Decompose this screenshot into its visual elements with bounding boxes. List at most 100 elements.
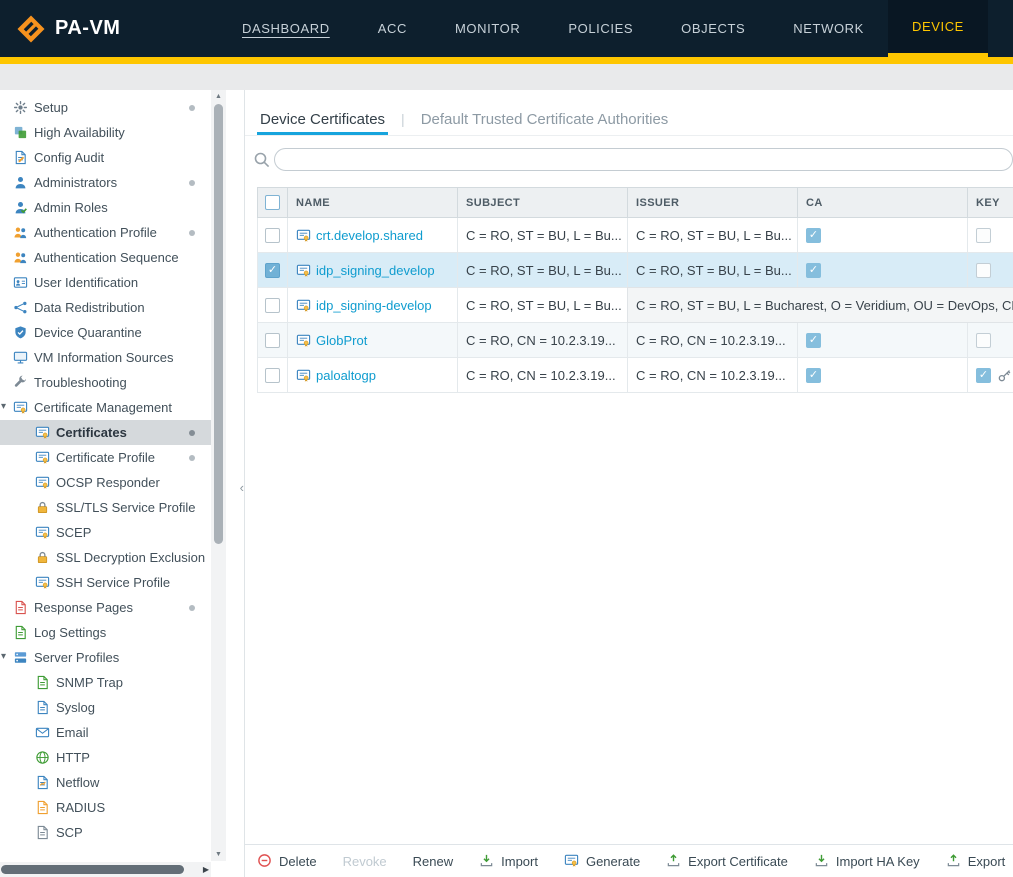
table-row-globprot[interactable]: GlobProtC = RO, CN = 10.2.3.19...C = RO,… — [257, 323, 1013, 358]
column-header-ca[interactable]: CA — [798, 188, 968, 217]
nav-objects[interactable]: OBJECTS — [657, 0, 769, 57]
row-checkbox[interactable]: ✓ — [265, 263, 280, 278]
row-checkbox[interactable] — [265, 228, 280, 243]
nav-policies[interactable]: POLICIES — [544, 0, 657, 57]
nav-dashboard[interactable]: DASHBOARD — [218, 0, 354, 57]
vertical-scrollbar-thumb[interactable] — [214, 104, 223, 544]
user-id-icon — [13, 275, 28, 290]
certificate-name-link[interactable]: idp_signing_develop — [316, 263, 435, 278]
tab-default-trusted-certificate-authorities[interactable]: Default Trusted Certificate Authorities — [418, 103, 672, 135]
sidebar-item-administrators[interactable]: Administrators — [0, 170, 211, 195]
sidebar-item-admin-roles[interactable]: Admin Roles — [0, 195, 211, 220]
toolbar-button-import[interactable]: Import — [479, 853, 538, 869]
sidebar-item-ssh-service-profile[interactable]: SSH Service Profile — [0, 570, 211, 595]
quarantine-icon — [13, 325, 28, 340]
syslog-icon — [35, 700, 50, 715]
toolbar-button-import-ha-key[interactable]: Import HA Key — [814, 853, 920, 869]
sidebar-item-ssl-tls-service-profile[interactable]: SSL/TLS Service Profile — [0, 495, 211, 520]
tab-device-certificates[interactable]: Device Certificates — [257, 103, 388, 135]
subheader-band — [0, 64, 1013, 90]
certificate-name-link[interactable]: idp_signing-develop — [316, 298, 432, 313]
column-header-issuer[interactable]: ISSUER — [628, 188, 798, 217]
item-dot — [189, 605, 195, 611]
certificate-name-link[interactable]: paloaltogp — [316, 368, 376, 383]
sidebar-item-ssl-decryption-exclusion[interactable]: SSL Decryption Exclusion — [0, 545, 211, 570]
sidebar-item-vm-information-sources[interactable]: VM Information Sources — [0, 345, 211, 370]
sidebar-horizontal-scrollbar[interactable]: ▶ — [0, 862, 211, 877]
sidebar-item-user-identification[interactable]: User Identification — [0, 270, 211, 295]
sidebar-item-data-redistribution[interactable]: Data Redistribution — [0, 295, 211, 320]
scroll-right-arrow-icon[interactable]: ▶ — [203, 862, 209, 877]
scroll-up-arrow-icon[interactable]: ▲ — [211, 90, 226, 103]
sidebar-item-device-quarantine[interactable]: Device Quarantine — [0, 320, 211, 345]
expand-caret-icon[interactable]: ▾ — [1, 650, 6, 664]
row-checkbox[interactable] — [265, 333, 280, 348]
row-checkbox[interactable] — [265, 298, 280, 313]
nav-monitor[interactable]: MONITOR — [431, 0, 544, 57]
column-header-key[interactable]: KEY — [968, 188, 1013, 217]
sidebar-item-config-audit[interactable]: Config Audit — [0, 145, 211, 170]
table-row-idp-signing-develop[interactable]: idp_signing-develop C = RO, ST = BU, L = … — [257, 288, 1013, 323]
name-cell: crt.develop.shared — [288, 218, 458, 252]
select-all-checkbox[interactable] — [265, 195, 280, 210]
item-dot — [189, 180, 195, 186]
nav-network[interactable]: NETWORK — [769, 0, 888, 57]
nav-device[interactable]: DEVICE — [888, 0, 988, 57]
nav-acc[interactable]: ACC — [354, 0, 431, 57]
sidebar-item-troubleshooting[interactable]: Troubleshooting — [0, 370, 211, 395]
sidebar-item-http[interactable]: HTTP — [0, 745, 211, 770]
sidebar-item-scep[interactable]: SCEP — [0, 520, 211, 545]
sidebar-item-authentication-sequence[interactable]: Authentication Sequence — [0, 245, 211, 270]
content-area: SetupHigh AvailabilityConfig AuditAdmini… — [0, 90, 1013, 877]
sidebar-vertical-scrollbar[interactable]: ▲ ▼ — [211, 90, 226, 861]
column-header-subject[interactable]: SUBJECT — [458, 188, 628, 217]
tab-separator: | — [401, 111, 405, 135]
sidebar-item-label: SSL Decryption Exclusion — [56, 550, 205, 565]
sidebar-item-snmp-trap[interactable]: SNMP Trap — [0, 670, 211, 695]
sidebar-item-certificate-profile[interactable]: Certificate Profile — [0, 445, 211, 470]
sidebar-item-scp[interactable]: SCP — [0, 820, 211, 845]
cert-icon — [35, 575, 50, 590]
search-input[interactable] — [274, 148, 1013, 171]
sidebar-item-certificate-management[interactable]: ▾Certificate Management — [0, 395, 211, 420]
ha-icon — [13, 125, 28, 140]
sidebar-item-log-settings[interactable]: Log Settings — [0, 620, 211, 645]
search-icon — [253, 151, 271, 169]
audit-icon — [13, 150, 28, 165]
certificate-name-link[interactable]: GlobProt — [316, 333, 367, 348]
toolbar-button-generate[interactable]: Generate — [564, 853, 640, 869]
toolbar-button-export[interactable]: Export — [946, 853, 1006, 869]
expand-caret-icon[interactable]: ▾ — [1, 400, 6, 414]
scroll-down-arrow-icon[interactable]: ▼ — [211, 848, 226, 861]
sidebar-item-syslog[interactable]: Syslog — [0, 695, 211, 720]
sidebar-item-certificates[interactable]: Certificates — [0, 420, 211, 445]
sidebar-item-authentication-profile[interactable]: Authentication Profile — [0, 220, 211, 245]
cert-icon — [35, 475, 50, 490]
sidebar-item-netflow[interactable]: Netflow — [0, 770, 211, 795]
certificate-name-link[interactable]: crt.develop.shared — [316, 228, 423, 243]
brand[interactable]: PA-VM — [0, 0, 218, 57]
horizontal-scrollbar-thumb[interactable] — [1, 865, 184, 874]
sidebar-item-response-pages[interactable]: Response Pages — [0, 595, 211, 620]
response-icon — [13, 600, 28, 615]
sidebar-item-setup[interactable]: Setup — [0, 95, 211, 120]
sidebar-item-high-availability[interactable]: High Availability — [0, 120, 211, 145]
name-cell: paloaltogp — [288, 358, 458, 392]
table-row-crt-develop-shared[interactable]: crt.develop.sharedC = RO, ST = BU, L = B… — [257, 218, 1013, 253]
sidebar-item-ocsp-responder[interactable]: OCSP Responder — [0, 470, 211, 495]
row-checkbox-cell — [258, 358, 288, 392]
sidebar-item-email[interactable]: Email — [0, 720, 211, 745]
column-header-name[interactable]: NAME — [288, 188, 458, 217]
toolbar-button-export-certificate[interactable]: Export Certificate — [666, 853, 788, 869]
export-icon — [666, 853, 682, 869]
table-row-paloaltogp[interactable]: paloaltogpC = RO, CN = 10.2.3.19...C = R… — [257, 358, 1013, 393]
table-row-idp-signing-develop[interactable]: ✓idp_signing_developC = RO, ST = BU, L =… — [257, 253, 1013, 288]
sidebar-item-server-profiles[interactable]: ▾Server Profiles — [0, 645, 211, 670]
item-dot — [189, 105, 195, 111]
toolbar-button-renew[interactable]: Renew — [413, 854, 453, 869]
row-checkbox[interactable] — [265, 368, 280, 383]
issuer-overflow-text: C = RO, ST = BU, L = Bucharest, O = Veri… — [628, 288, 1013, 322]
sidebar-collapse-handle-icon[interactable]: ‹ — [240, 480, 244, 495]
sidebar-item-radius[interactable]: RADIUS — [0, 795, 211, 820]
toolbar-button-delete[interactable]: Delete — [257, 853, 317, 869]
